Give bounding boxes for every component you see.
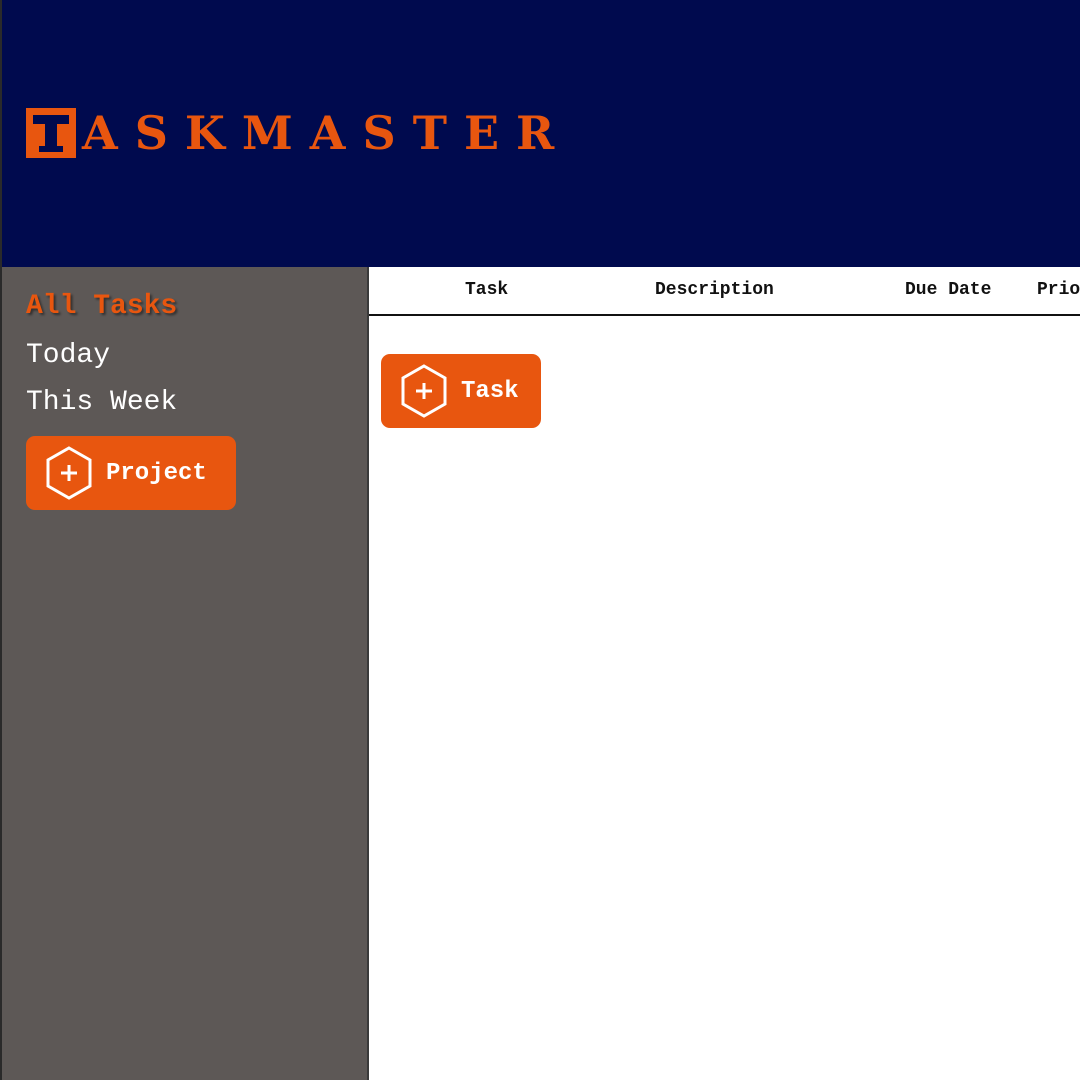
add-project-label: Project xyxy=(106,459,207,487)
table-header: Task Description Due Date Priority xyxy=(369,267,1080,316)
sidebar-item-today[interactable]: Today xyxy=(26,340,110,371)
sidebar-item-all-tasks[interactable]: All Tasks xyxy=(26,291,177,322)
hexagon-plus-icon xyxy=(401,364,447,418)
column-header-priority[interactable]: Priority xyxy=(1037,280,1080,300)
logo-text: ASKMASTER xyxy=(82,106,572,160)
app-root: ASKMASTER All Tasks Today This Week Proj… xyxy=(0,0,1080,1080)
sidebar: All Tasks Today This Week Project xyxy=(0,267,369,1080)
add-task-button[interactable]: Task xyxy=(381,354,541,428)
main-content: Task Description Due Date Priority Task xyxy=(369,267,1080,1080)
column-header-description[interactable]: Description xyxy=(655,280,774,300)
logo-t-icon xyxy=(26,108,76,158)
add-task-label: Task xyxy=(461,377,519,405)
app-header: ASKMASTER xyxy=(0,0,1080,267)
column-header-task[interactable]: Task xyxy=(465,280,508,300)
sidebar-item-this-week[interactable]: This Week xyxy=(26,387,177,418)
app-logo[interactable]: ASKMASTER xyxy=(26,108,571,158)
add-project-button[interactable]: Project xyxy=(26,436,236,510)
column-header-due-date[interactable]: Due Date xyxy=(905,280,991,300)
hexagon-plus-icon xyxy=(46,446,92,500)
